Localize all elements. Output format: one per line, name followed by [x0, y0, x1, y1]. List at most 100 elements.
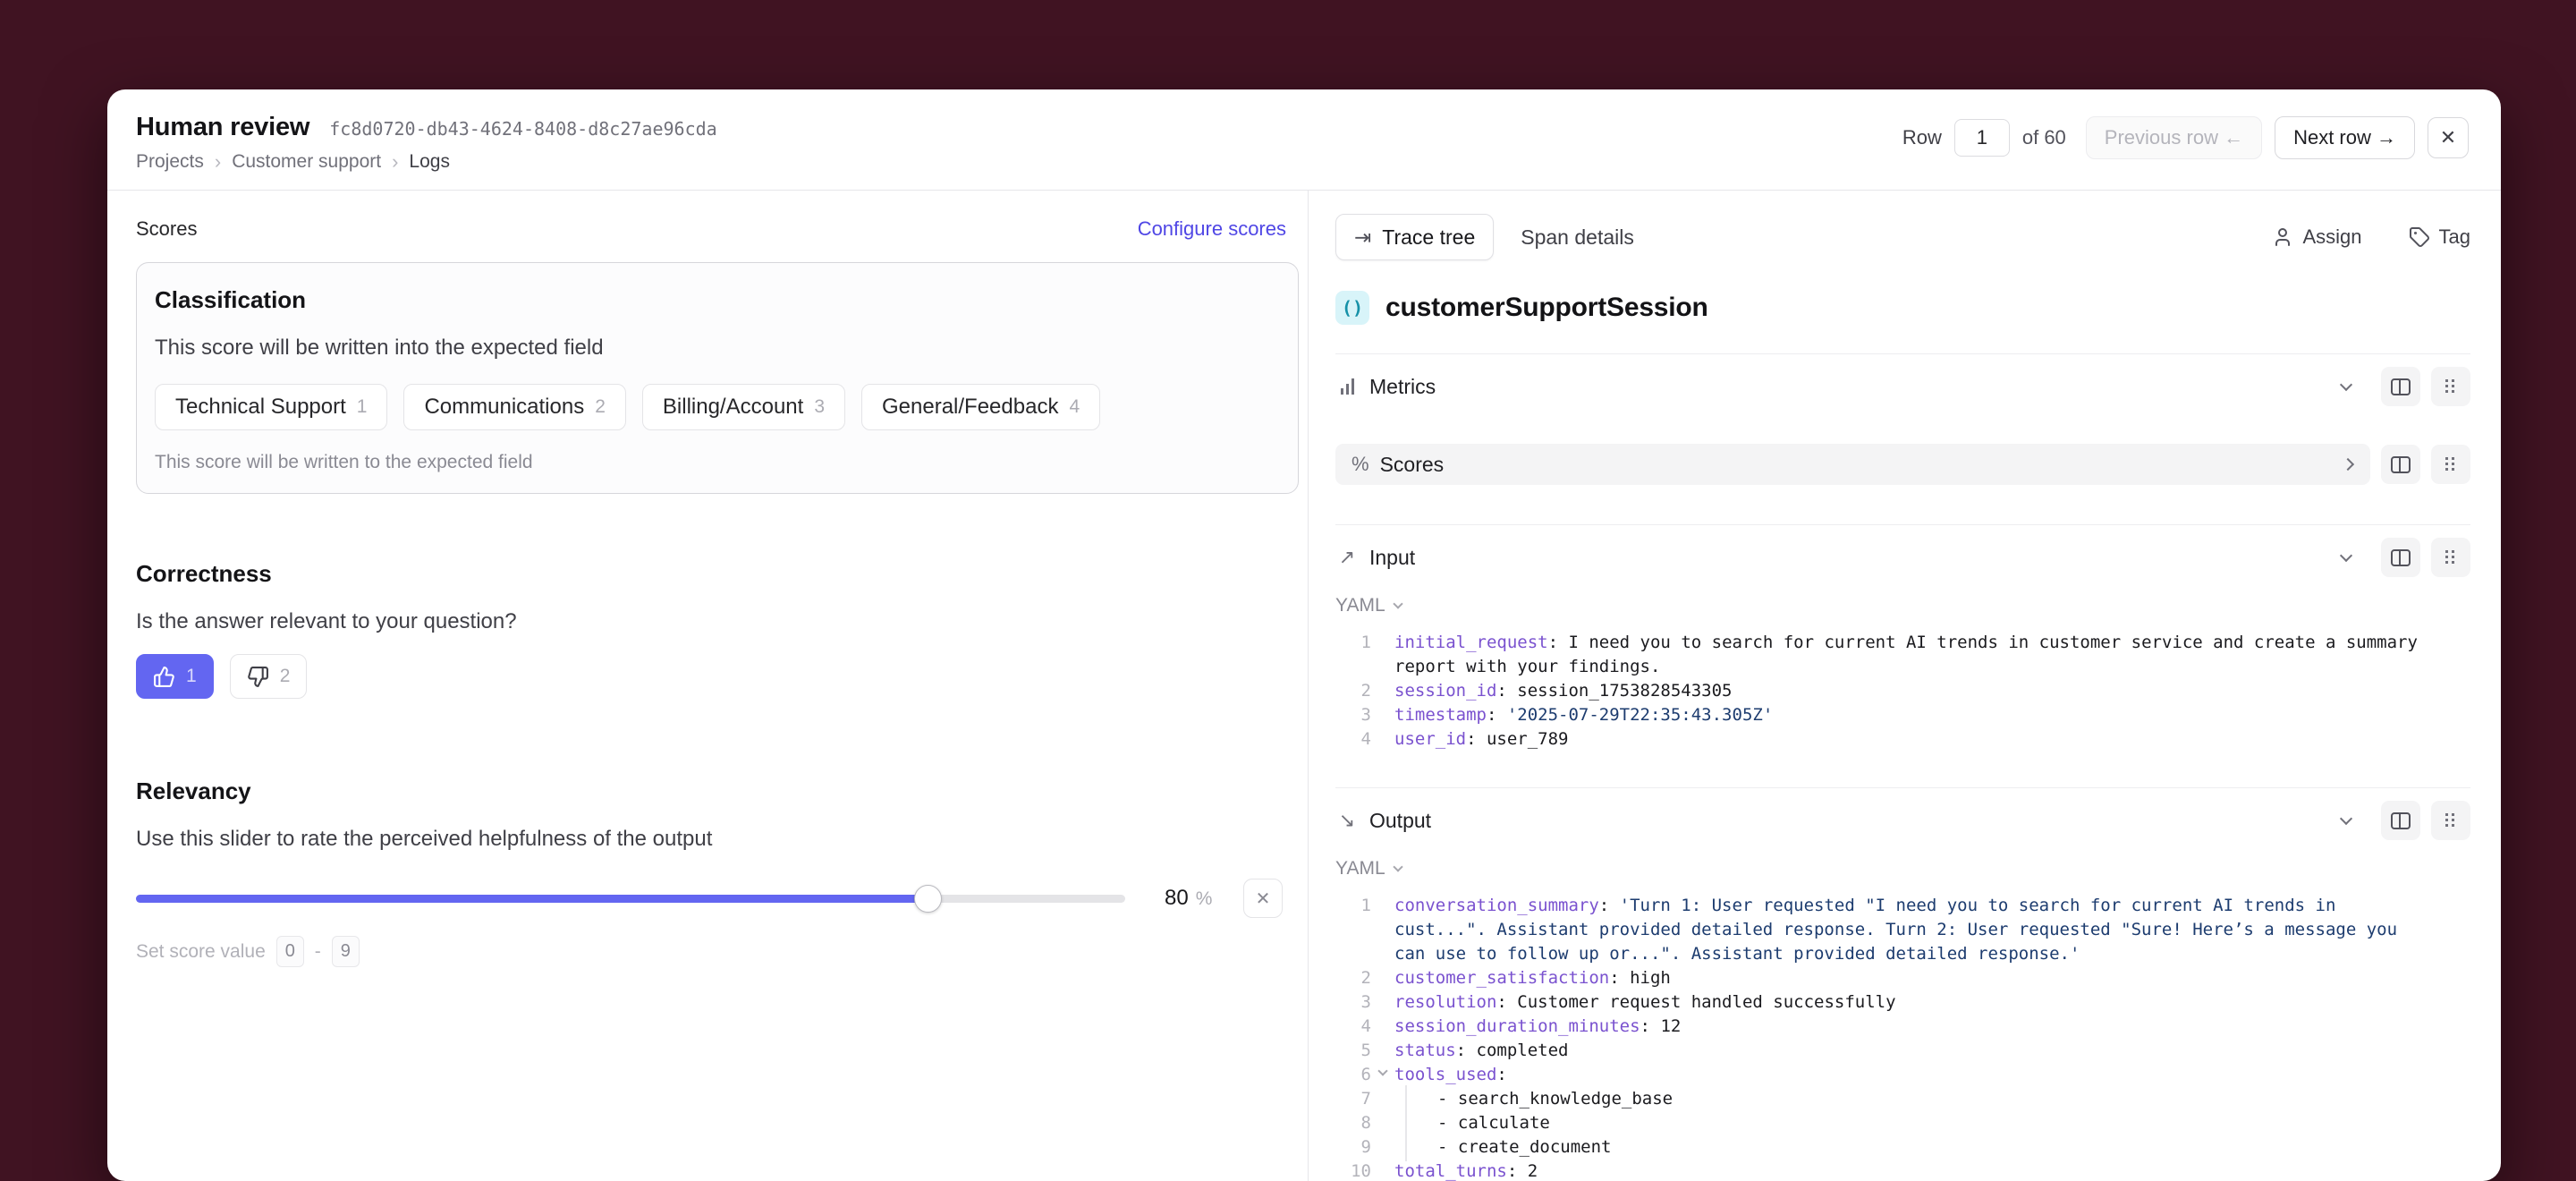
input-section: ↗ Input YAML 1initial_request: I need yo… — [1335, 524, 2470, 752]
drag-handle-icon — [2445, 457, 2456, 472]
code-text: - create_document — [1394, 1135, 2470, 1160]
code-text: - search_knowledge_base — [1394, 1087, 2470, 1111]
code-line: 6tools_used: — [1335, 1063, 2470, 1087]
classification-option-technical-support[interactable]: Technical Support 1 — [155, 384, 387, 430]
input-format-select[interactable]: YAML — [1335, 595, 2470, 616]
slider-value-unit: % — [1196, 888, 1213, 910]
code-line: 5status: completed — [1335, 1039, 2470, 1063]
code-line: 7- search_knowledge_base — [1335, 1087, 2470, 1111]
breadcrumb: Projects › Customer support › Logs — [136, 150, 717, 174]
scores-label: Scores — [1380, 453, 1445, 477]
kbd-min: 0 — [276, 936, 304, 967]
output-format-select[interactable]: YAML — [1335, 858, 2470, 879]
thumbs-up-shortcut: 1 — [186, 666, 197, 687]
trace-tree-icon: ⇥ — [1354, 225, 1371, 250]
option-label: General/Feedback — [882, 395, 1058, 420]
previous-row-button[interactable]: Previous row ← — [2086, 116, 2262, 159]
code-text: customer_satisfaction: high — [1394, 966, 2470, 990]
scores-section: % Scores — [1335, 444, 2470, 485]
trace-panel: ⇥ Trace tree Span details Assign Tag — [1308, 191, 2501, 1181]
span-title: customerSupportSession — [1385, 293, 1708, 323]
input-label: Input — [1369, 546, 1415, 570]
clear-score-button[interactable]: ✕ — [1243, 879, 1283, 918]
panel-columns-icon — [2391, 456, 2411, 473]
drag-handle[interactable] — [2431, 367, 2470, 406]
line-number: 3 — [1335, 990, 1371, 1015]
open-in-panel-button[interactable] — [2381, 801, 2420, 840]
panel-columns-icon — [2391, 812, 2411, 829]
scores-row[interactable]: % Scores — [1335, 444, 2370, 485]
relevancy-slider[interactable] — [136, 895, 1125, 903]
percent-icon: % — [1352, 453, 1369, 476]
tab-span-details[interactable]: Span details — [1521, 225, 1634, 250]
close-button[interactable]: ✕ — [2428, 117, 2469, 158]
code-line: 2session_id: session_1753828543305 — [1335, 679, 2470, 703]
thumbs-down-button[interactable]: 2 — [230, 654, 308, 699]
code-line: 8- calculate — [1335, 1111, 2470, 1135]
chevron-down-icon[interactable] — [2340, 378, 2352, 391]
chevron-down-icon[interactable] — [2340, 812, 2352, 825]
line-number: 4 — [1335, 1015, 1371, 1039]
option-label: Billing/Account — [663, 395, 803, 420]
chevron-down-icon — [1393, 599, 1402, 608]
classification-description: This score will be written into the expe… — [155, 336, 1280, 361]
drag-handle[interactable] — [2431, 538, 2470, 577]
scores-panel: Scores Configure scores Classification T… — [107, 191, 1308, 1181]
classification-title: Classification — [155, 286, 1280, 314]
correctness-block: Correctness Is the answer relevant to yo… — [136, 560, 1299, 699]
classification-option-communications[interactable]: Communications 2 — [403, 384, 625, 430]
line-number: 3 — [1335, 703, 1371, 727]
open-in-panel-button[interactable] — [2381, 445, 2420, 484]
code-text: timestamp: '2025-07-29T22:35:43.305Z' — [1394, 703, 2470, 727]
thumbs-up-button[interactable]: 1 — [136, 654, 214, 699]
breadcrumb-logs[interactable]: Logs — [409, 151, 450, 173]
tag-button[interactable]: Tag — [2409, 225, 2470, 249]
configure-scores-link[interactable]: Configure scores — [1138, 217, 1286, 241]
correctness-question: Is the answer relevant to your question? — [136, 609, 1299, 634]
clear-score-icon: ✕ — [1256, 888, 1271, 910]
drag-handle[interactable] — [2431, 445, 2470, 484]
breadcrumb-project-name[interactable]: Customer support — [232, 151, 381, 173]
classification-card: Classification This score will be writte… — [136, 262, 1299, 494]
relevancy-block: Relevancy Use this slider to rate the pe… — [136, 777, 1299, 967]
human-review-modal: Human review fc8d0720-db43-4624-8408-d8c… — [107, 89, 2501, 1181]
classification-options: Technical Support 1 Communications 2 Billing… — [155, 384, 1280, 430]
option-shortcut: 1 — [357, 396, 368, 418]
tab-trace-tree[interactable]: ⇥ Trace tree — [1335, 214, 1494, 260]
code-line: 3 timestamp: '2025-07-29T22:35:43.305Z' — [1335, 703, 2470, 727]
open-in-panel-button[interactable] — [2381, 538, 2420, 577]
next-row-button[interactable]: Next row → — [2275, 116, 2415, 159]
app-background: { "colors":{ "bg":"#401322","accent":"#4… — [0, 0, 2576, 1163]
collapse-chevron-icon[interactable] — [1377, 1066, 1387, 1075]
row-number-input[interactable] — [1954, 119, 2010, 157]
option-shortcut: 2 — [595, 396, 606, 418]
slider-fill — [136, 895, 928, 903]
code-line: 9 - create_document — [1335, 1135, 2470, 1160]
code-text: session_duration_minutes: 12 — [1394, 1015, 2470, 1039]
chevron-down-icon[interactable] — [2340, 549, 2352, 562]
classification-option-billing-account[interactable]: Billing/Account 3 — [642, 384, 845, 430]
drag-handle[interactable] — [2431, 801, 2470, 840]
slider-thumb[interactable] — [914, 885, 942, 913]
code-text: resolution: Customer request handled suc… — [1394, 990, 2470, 1015]
classification-option-general-feedback[interactable]: General/Feedback4 — [861, 384, 1100, 430]
score-hint-row: Set score value 0 - 9 — [136, 936, 1299, 967]
breadcrumb-projects[interactable]: Projects — [136, 151, 204, 173]
option-label: Communications — [424, 395, 584, 420]
correctness-title: Correctness — [136, 560, 1299, 588]
chevron-right-icon — [2342, 458, 2354, 471]
code-text: user_id: user_789 — [1394, 727, 2470, 752]
line-number: 9 — [1335, 1135, 1371, 1160]
score-hint-separator: - — [315, 941, 321, 963]
slider-value-number: 80 — [1165, 886, 1189, 911]
input-code-block: 1initial_request: I need you to search f… — [1335, 631, 2470, 752]
assign-button[interactable]: Assign — [2272, 225, 2361, 249]
code-text: tools_used: — [1394, 1063, 2470, 1087]
open-in-panel-button[interactable] — [2381, 367, 2420, 406]
option-label: Technical Support — [175, 395, 346, 420]
breadcrumb-separator-icon: › — [215, 150, 221, 174]
output-section: ↘ Output YAML 1conversation_summary: 'Tu… — [1335, 787, 2470, 1181]
row-label: Row — [1902, 126, 1942, 149]
thumbs-down-shortcut: 2 — [280, 666, 291, 687]
option-shortcut: 3 — [814, 396, 825, 418]
